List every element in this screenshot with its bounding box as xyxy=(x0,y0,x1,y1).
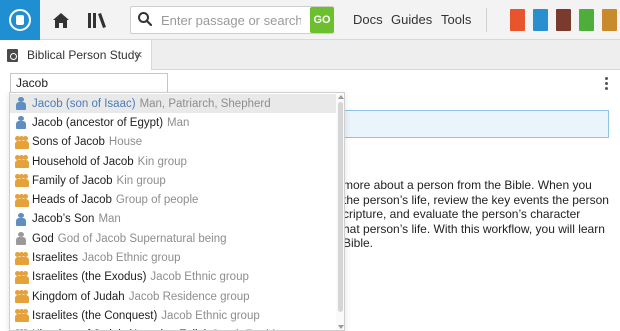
top-toolbar: GO Docs Guides Tools xyxy=(0,0,620,40)
dropdown-item-name: Household of Jacob xyxy=(32,155,134,168)
dropdown-item[interactable]: Kingdom of Judah Jacob Residence group xyxy=(10,287,336,306)
dropdown-item-type: Kin group xyxy=(137,155,187,168)
tools-menu[interactable]: Tools xyxy=(441,12,471,27)
dropdown-item-type: Jacob Residence group xyxy=(128,290,250,303)
person-search-input[interactable] xyxy=(10,73,168,93)
passage-search-input[interactable] xyxy=(161,10,301,30)
book-shortcut-2[interactable] xyxy=(533,9,548,31)
group-icon xyxy=(15,174,29,188)
group-icon xyxy=(15,155,29,169)
search-icon xyxy=(137,11,153,32)
dropdown-item[interactable]: Household of Jacob Kin group xyxy=(10,152,336,171)
info-box xyxy=(330,110,609,138)
dropdown-item[interactable]: Israelites Jacob Ethnic group xyxy=(10,248,336,267)
logos-logo-icon[interactable] xyxy=(0,0,40,40)
book-shortcut-5[interactable] xyxy=(602,9,617,31)
dropdown-item[interactable]: Jacob (son of Isaac) Man, Patriarch, Shep… xyxy=(10,94,336,114)
group-icon xyxy=(15,251,29,265)
description-line: Bible. xyxy=(343,236,374,250)
dropdown-item[interactable]: Israelites (the Exodus) Jacob Ethnic grou… xyxy=(10,268,336,287)
library-icon[interactable] xyxy=(86,10,108,30)
dropdown-item[interactable]: Family of Jacob Kin group xyxy=(10,171,336,190)
book-shortcut-4[interactable] xyxy=(579,9,594,31)
workflow-document-icon xyxy=(7,49,18,62)
group-icon xyxy=(15,135,29,149)
dropdown-item-type: Jacob Ethnic group xyxy=(161,309,260,322)
tab-label: Biblical Person Study xyxy=(27,48,141,62)
description-line: the person’s life, review the key events… xyxy=(343,192,609,207)
dropdown-item-name: Jacob’s Son xyxy=(32,213,95,226)
scroll-up-icon[interactable] xyxy=(338,95,344,99)
dropdown-item-type: Group of people xyxy=(115,194,199,207)
dropdown-item[interactable]: Jacob (ancestor of Egypt) Man xyxy=(10,113,336,132)
workflow-description: more about a person from the Bible. When… xyxy=(343,178,613,251)
book-shortcut-3[interactable] xyxy=(556,9,571,31)
person-autocomplete-dropdown: Kingdom of Judah (Assyrian Exile)Jacob R… xyxy=(9,92,345,331)
dropdown-item-type: Man, Patriarch, Shepherd xyxy=(139,97,271,110)
dropdown-item[interactable]: Heads of Jacob Group of people xyxy=(10,191,336,210)
dropdown-item-type: House xyxy=(108,136,143,149)
passage-search-box xyxy=(130,6,334,34)
dropdown-item[interactable]: Jacob’s Son Man xyxy=(10,210,336,229)
tab-bar: Biblical Person Study × xyxy=(0,40,620,70)
dropdown-item-type: Kin group xyxy=(116,174,166,187)
book-shortcut-1[interactable] xyxy=(510,9,525,31)
scroll-down-icon[interactable] xyxy=(338,325,344,329)
person-icon xyxy=(15,212,29,226)
group-icon xyxy=(15,290,29,304)
dropdown-item-name: Israelites (the Exodus) xyxy=(32,271,147,284)
dropdown-item-name: God xyxy=(32,232,54,245)
dropdown-item-name: Israelites (the Conquest) xyxy=(32,309,158,322)
group-icon xyxy=(15,270,29,284)
person-icon xyxy=(15,116,29,130)
dropdown-item-name: Family of Jacob xyxy=(32,174,113,187)
dropdown-item-type: Jacob Ethnic group xyxy=(150,271,249,284)
person-icon xyxy=(15,97,29,111)
dropdown-item-type: Man xyxy=(98,213,121,226)
dropdown-item[interactable]: Sons of Jacob House xyxy=(10,133,336,152)
docs-menu[interactable]: Docs xyxy=(353,12,383,27)
go-button[interactable]: GO xyxy=(310,7,334,33)
toolbar-divider xyxy=(486,8,487,32)
dropdown-item-name: Jacob (son of Isaac) xyxy=(32,97,136,110)
close-tab-icon[interactable]: × xyxy=(135,47,143,62)
description-line: hat person’s life. With this workflow, y… xyxy=(343,221,605,236)
dropdown-item-name: Jacob (ancestor of Egypt) xyxy=(32,116,164,129)
description-line: more about a person from the Bible. When… xyxy=(343,178,592,192)
dropdown-item-name: Sons of Jacob xyxy=(32,136,105,149)
scroll-thumb[interactable] xyxy=(338,102,343,312)
guides-menu[interactable]: Guides xyxy=(391,12,432,27)
tab-biblical-person-study[interactable]: Biblical Person Study × xyxy=(0,40,152,70)
dropdown-item-type: Jacob Ethnic group xyxy=(82,252,181,265)
group-icon xyxy=(15,193,29,207)
dropdown-item-name: Heads of Jacob xyxy=(32,194,112,207)
more-options-icon[interactable] xyxy=(600,73,612,93)
dropdown-item[interactable]: God God of Jacob Supernatural being xyxy=(10,229,336,248)
description-line: cripture, and evaluate the person’s char… xyxy=(343,207,581,221)
dropdown-item[interactable]: Israelites (the Conquest) Jacob Ethnic gr… xyxy=(10,306,336,325)
dropdown-item[interactable]: Kingdom of Judah (Assyrian Exile)Jacob R… xyxy=(10,326,336,330)
dropdown-item-name: Israelites xyxy=(32,252,79,265)
group-icon xyxy=(15,309,29,323)
home-icon[interactable] xyxy=(50,10,72,30)
dropdown-item-name: Kingdom of Judah xyxy=(32,290,125,303)
deity-icon xyxy=(15,232,29,246)
dropdown-item-type: Man xyxy=(167,116,190,129)
dropdown-scrollbar[interactable] xyxy=(336,93,344,330)
dropdown-item-type: God of Jacob Supernatural being xyxy=(57,232,227,245)
